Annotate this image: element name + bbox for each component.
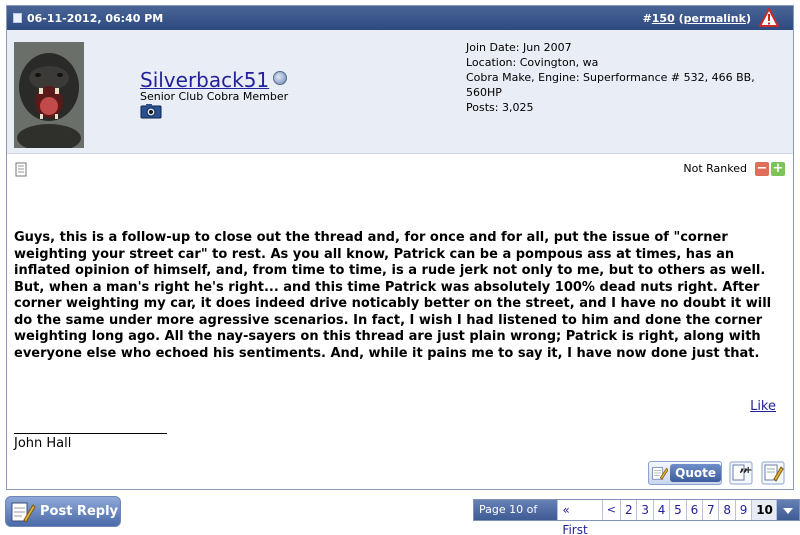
quick-reply-icon[interactable] [761, 461, 785, 485]
post-number-prefix: # [642, 12, 652, 25]
page-link-5[interactable]: 5 [670, 500, 687, 520]
quote-label: Quote [670, 464, 721, 482]
page-link-4[interactable]: 4 [654, 500, 671, 520]
page-link-3[interactable]: 3 [637, 500, 654, 520]
signature-divider [14, 433, 167, 434]
page-jump-dropdown-icon[interactable] [777, 500, 799, 520]
page-link-8[interactable]: 8 [719, 500, 736, 520]
post-count: Posts: 3,025 [466, 101, 534, 114]
page-link-7[interactable]: 7 [703, 500, 720, 520]
multiquote-icon[interactable]: ” + [729, 461, 753, 485]
report-post-icon[interactable] [759, 8, 779, 28]
post-reply-pencil-icon [11, 502, 36, 523]
post-number-link[interactable]: 150 [652, 12, 675, 25]
vote-up-button[interactable]: + [771, 162, 785, 176]
user-title: Senior Club Cobra Member [140, 90, 289, 103]
join-date: Join Date: Jun 2007 [466, 41, 572, 54]
permalink-close: ) [745, 12, 751, 25]
page-link-6[interactable]: 6 [687, 500, 703, 520]
username-link[interactable]: Silverback51 [140, 68, 269, 92]
post-reply-button[interactable]: Post Reply [5, 496, 121, 527]
avatar[interactable] [14, 42, 84, 148]
prev-page-link[interactable]: < [603, 500, 621, 520]
post-icon [15, 162, 27, 177]
post-reply-label: Post Reply [40, 504, 118, 519]
location: Location: Covington, wa [466, 56, 599, 69]
post-header: 06-11-2012, 06:40 PM #150 (permalink) [7, 6, 793, 30]
quote-pencil-icon [652, 467, 669, 480]
online-status-icon [273, 71, 287, 85]
first-page-link[interactable]: « First [558, 500, 603, 535]
user-stats: Join Date: Jun 2007 Location: Covington,… [466, 40, 766, 115]
rank-row: Not Ranked − + [7, 158, 793, 180]
quote-button[interactable]: Quote [648, 461, 722, 485]
post-number: #150 (permalink) [643, 12, 751, 25]
camera-icon[interactable] [140, 103, 162, 119]
page-info: Page 10 of 10 [474, 500, 559, 535]
post-message: Guys, this is a follow-up to close out t… [14, 230, 772, 361]
page-link-9[interactable]: 9 [736, 500, 753, 520]
pagination: Page 10 of 10 « First < 2 3 4 5 6 7 8 9 … [473, 499, 800, 535]
rank-label: Not Ranked [683, 162, 747, 175]
signature: John Hall [14, 436, 72, 451]
post-status-icon [13, 13, 22, 23]
like-link[interactable]: Like [750, 399, 776, 414]
vote-down-button[interactable]: − [755, 162, 769, 176]
svg-text:+: + [744, 465, 752, 476]
user-info-bar: Silverback51 Senior Club Cobra Member Jo… [7, 30, 793, 154]
permalink-link[interactable]: permalink [684, 12, 746, 25]
post-date: 06-11-2012, 06:40 PM [27, 12, 164, 25]
page-link-2[interactable]: 2 [621, 500, 638, 520]
gorilla-avatar-image [14, 42, 84, 148]
cobra-make: Cobra Make, Engine: Superformance # 532,… [466, 71, 755, 99]
current-page: 10 [752, 500, 778, 520]
forum-post: 06-11-2012, 06:40 PM #150 (permalink) Si… [6, 5, 794, 490]
